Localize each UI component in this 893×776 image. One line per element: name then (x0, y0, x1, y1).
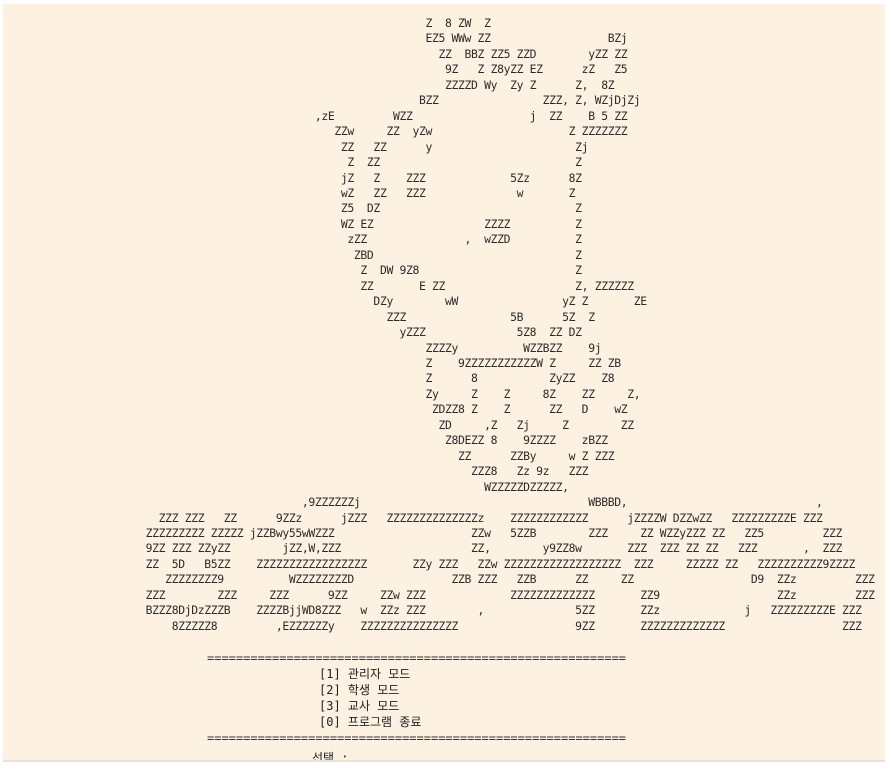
ascii-art-line: ZZZ ZZZ ZZ 9ZZz jZZZ ZZZZZZZZZZZZZZz ZZZ… (9, 510, 823, 525)
separator-top: ========================================… (207, 651, 627, 665)
console-window: Z 8 ZW Z EZ5 WWw ZZ BZj ZZ BBZ ZZ5 ZZD y… (3, 4, 885, 762)
ascii-art-line: EZ5 WWw ZZ BZj (9, 31, 628, 46)
ascii-art-line: ZZ 5D B5ZZ ZZZZZZZZZZZZZZZZZ ZZy ZZZ ZZw… (9, 556, 856, 571)
ascii-art-line: DZy wW yZ Z ZE (9, 294, 647, 309)
menu-item-admin-mode[interactable]: [1] 관리자 모드 (9, 666, 626, 682)
ascii-art-line: Z ZZ Z (9, 155, 582, 170)
ascii-art-line: ZZZ8 Zz 9z ZZZ (9, 464, 589, 479)
console-bottom-edge (3, 760, 885, 762)
ascii-art-line: wZ ZZ ZZZ w Z (9, 185, 576, 200)
ascii-art-line: 9ZZ ZZZ ZZyZZ jZZ,W,ZZZ ZZ, y9ZZ8w ZZZ Z… (9, 541, 843, 556)
ascii-art-line: ZZZZZZZZZ ZZZZZ jZZBwy55wWZZZ ZZw 5ZZB Z… (9, 525, 843, 540)
ascii-art-line: BZZ ZZZ, Z, WZjDjZj (9, 93, 641, 108)
ascii-art-logo: Z 8 ZW Z EZ5 WWw ZZ BZj ZZ BBZ ZZ5 ZZD y… (9, 16, 875, 634)
ascii-art-line: ZZ ZZ y Zj (9, 139, 589, 154)
ascii-art-line: ,zE WZZ j ZZ B 5 ZZ (9, 108, 628, 123)
ascii-art-line: Z DW 9Z8 Z (9, 263, 582, 278)
ascii-art-line: Zy Z Z 8Z ZZ Z, (9, 386, 641, 401)
ascii-art-line: Z 8 ZyZZ Z8 (9, 371, 615, 386)
main-menu: ========================================… (9, 650, 626, 762)
menu-item-student-mode[interactable]: [2] 학생 모드 (9, 682, 626, 698)
ascii-art-line: ZD ,Z Zj Z ZZ (9, 417, 635, 432)
ascii-art-line: ZBD Z (9, 247, 582, 262)
ascii-art-line: ZZZZZZZZ9 WZZZZZZZZD ZZB ZZZ ZZB ZZ ZZ D… (9, 572, 875, 587)
ascii-art-line: Z8DEZZ 8 9ZZZZ zBZZ (9, 433, 608, 448)
ascii-art-line: WZ EZ ZZZZ Z (9, 216, 582, 231)
ascii-art-line: 8ZZZZZ8 ,EZZZZZZy ZZZZZZZZZZZZZZZ 9ZZ ZZ… (9, 618, 862, 633)
ascii-art-line: Z 9ZZZZZZZZZZZW Z ZZ ZB (9, 355, 621, 370)
ascii-art-line: BZZZ8DjDzZZZB ZZZZBjjWD8ZZZ w ZZz ZZZ , … (9, 603, 862, 618)
ascii-art-line: ZZZ ZZZ ZZZ 9ZZ ZZw ZZZ ZZZZZZZZZZZZZ ZZ… (9, 587, 875, 602)
menu-item-exit-program[interactable]: [0] 프로그램 종료 (9, 714, 626, 730)
ascii-art-line: Z5 DZ Z (9, 201, 582, 216)
ascii-art-line: jZ Z ZZZ 5Zz 8Z (9, 170, 582, 185)
ascii-art-line: WZZZZZDZZZZZ, (9, 479, 569, 494)
separator-bottom: ========================================… (207, 731, 627, 745)
ascii-art-line: zZZ , wZZD Z (9, 232, 582, 247)
ascii-art-line: ZZZZD Wy Zy Z Z, 8Z (9, 77, 615, 92)
ascii-art-line: ZZZZy WZZBZZ 9j (9, 340, 602, 355)
ascii-art-line: ZZ ZZBy w Z ZZZ (9, 448, 615, 463)
ascii-art-line: ZZw ZZ yZw Z ZZZZZZZ (9, 124, 628, 139)
ascii-art-line: ZZ BBZ ZZ5 ZZD yZZ ZZ (9, 46, 628, 61)
ascii-art-line: ZDZZ8 Z Z ZZ D wZ (9, 402, 628, 417)
menu-item-teacher-mode[interactable]: [3] 교사 모드 (9, 698, 626, 714)
ascii-art-line: ZZZ 5B 5Z Z (9, 309, 595, 324)
ascii-art-line: 9Z Z Z8yZZ EZ zZ Z5 (9, 62, 628, 77)
ascii-art-line: ,9ZZZZZZj WBBBD, , (9, 495, 823, 510)
ascii-art-line: yZZZ 5Z8 ZZ DZ (9, 325, 582, 340)
ascii-art-line: Z 8 ZW Z (9, 16, 491, 30)
ascii-art-line: ZZ E ZZ Z, ZZZZZZ (9, 278, 634, 293)
